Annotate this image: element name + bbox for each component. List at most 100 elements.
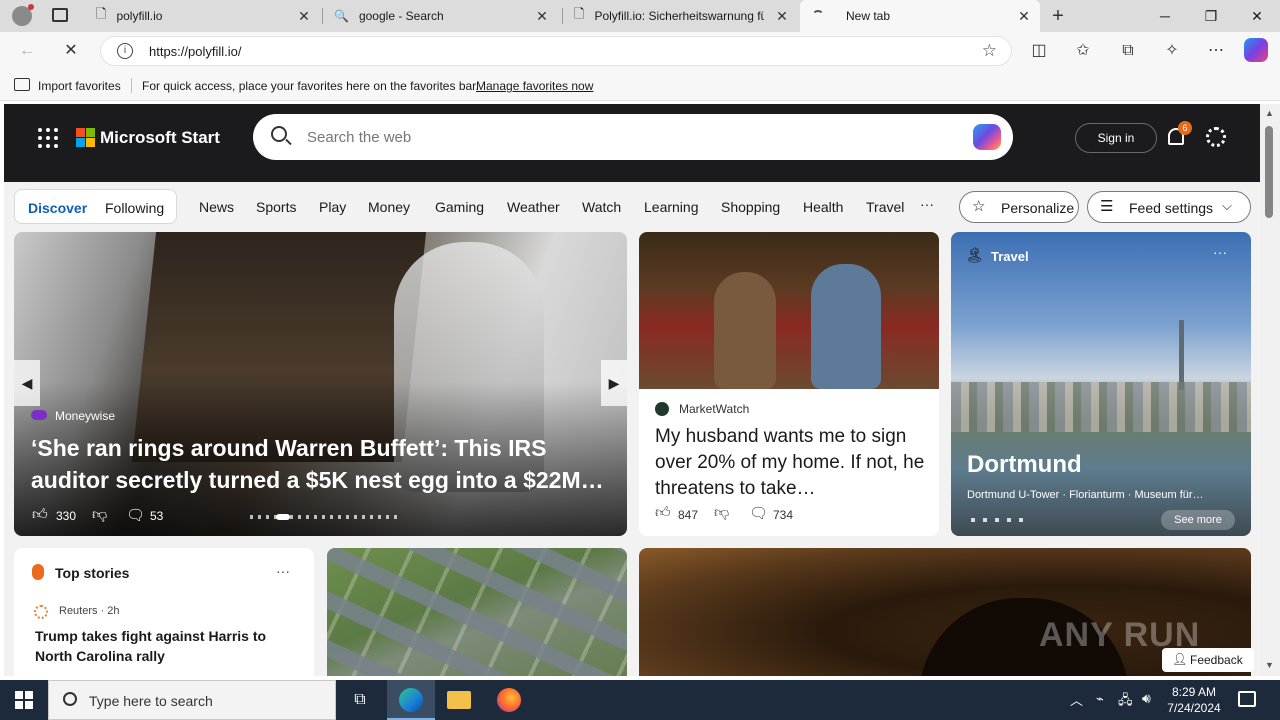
scroll-down-icon[interactable]: ▼ xyxy=(1265,660,1274,670)
nav-health[interactable]: Health xyxy=(803,199,843,215)
sign-in-button[interactable]: Sign in xyxy=(1075,123,1157,153)
nav-sports[interactable]: Sports xyxy=(256,199,296,215)
more-options-icon[interactable]: ··· xyxy=(276,563,290,579)
hero-carousel-card[interactable]: ◀ ▶ Moneywise ‘She ran rings around Warr… xyxy=(14,232,627,536)
comment-icon[interactable]: 🗨︎ xyxy=(126,506,145,524)
brand-title[interactable]: Microsoft Start xyxy=(100,128,220,148)
like-icon[interactable]: 👍︎ xyxy=(655,504,671,522)
nav-gaming[interactable]: Gaming xyxy=(435,199,484,215)
nav-travel[interactable]: Travel xyxy=(866,199,904,215)
tab-polyfill-warning[interactable]: 🗋 Polyfill.io: Sicherheitswarnung für ✕ xyxy=(566,0,798,32)
info-icon[interactable]: i xyxy=(117,43,133,59)
app-launcher-icon[interactable] xyxy=(38,128,58,148)
carousel-dots[interactable] xyxy=(250,515,400,519)
nav-learning[interactable]: Learning xyxy=(644,199,699,215)
volume-icon[interactable]: 🔊︎ xyxy=(1142,690,1151,707)
network-icon[interactable]: 🖧︎ xyxy=(1118,691,1133,713)
nav-more-icon[interactable]: ··· xyxy=(920,196,934,212)
aerial-housing-card[interactable] xyxy=(327,548,627,676)
hero-headline[interactable]: ‘She ran rings around Warren Buffett’: T… xyxy=(31,432,616,496)
edge-browser-icon[interactable] xyxy=(387,680,435,720)
show-hidden-icons[interactable]: ︿ xyxy=(1070,690,1083,709)
comment-icon[interactable]: 🗨︎ xyxy=(749,504,768,522)
dark-photo-card[interactable]: ANY RUN xyxy=(639,548,1251,676)
nav-weather[interactable]: Weather xyxy=(507,199,560,215)
dislike-icon[interactable]: 👎︎ xyxy=(714,504,729,522)
scroll-up-icon[interactable]: ▲ xyxy=(1265,108,1274,118)
marketwatch-card[interactable]: MarketWatch My husband wants me to sign … xyxy=(639,232,939,536)
favorites-icon[interactable]: ✩ xyxy=(1070,38,1096,64)
palm-tree-icon: 🏝 xyxy=(965,247,985,264)
tab-new-tab[interactable]: New tab ✕ xyxy=(800,0,1040,32)
feedback-label: Feedback xyxy=(1190,653,1243,667)
manage-favorites-link[interactable]: Manage favorites now xyxy=(476,79,593,93)
travel-city[interactable]: Dortmund xyxy=(967,451,1082,479)
search-icon xyxy=(63,692,77,706)
taskbar-search-box[interactable]: Type here to search xyxy=(48,680,336,720)
close-icon[interactable]: ✕ xyxy=(534,8,550,24)
travel-card[interactable]: 🏝 Travel ··· Dortmund Dortmund U-Tower ·… xyxy=(951,232,1251,536)
story-source: Reuters · 2h xyxy=(59,605,120,617)
firefox-icon[interactable] xyxy=(485,680,533,720)
task-view-icon[interactable]: ⧉ xyxy=(336,680,384,720)
address-bar[interactable]: i https://polyfill.io/ ☆ xyxy=(100,36,1012,66)
tab-actions-icon[interactable] xyxy=(52,8,68,22)
import-favorites-button[interactable]: Import favorites xyxy=(38,79,121,93)
windows-start-icon[interactable] xyxy=(0,680,48,720)
split-screen-icon[interactable]: ◫ xyxy=(1026,38,1052,64)
personalize-button[interactable]: ☆ Personalize xyxy=(959,191,1079,223)
minimize-icon[interactable]: ─ xyxy=(1142,0,1188,32)
import-favorites-icon[interactable] xyxy=(14,78,30,91)
story-headline[interactable]: Trump takes fight against Harris to Nort… xyxy=(35,626,303,666)
copilot-icon[interactable] xyxy=(973,124,1001,150)
file-explorer-icon[interactable] xyxy=(435,680,483,720)
carousel-active-dot xyxy=(276,514,290,520)
collections-icon[interactable]: ⧉ xyxy=(1115,38,1141,64)
page-scrollbar[interactable]: ▲ ▼ xyxy=(1260,104,1280,676)
meet-now-icon[interactable]: ⌁ xyxy=(1096,691,1104,707)
nav-play[interactable]: Play xyxy=(319,199,346,215)
copilot-icon[interactable] xyxy=(1244,38,1268,62)
microsoft-logo-icon[interactable] xyxy=(76,128,95,147)
close-icon[interactable]: ✕ xyxy=(774,8,790,24)
carousel-next-icon[interactable]: ▶ xyxy=(601,360,627,406)
close-icon[interactable]: ✕ xyxy=(1016,8,1032,24)
tab-polyfill[interactable]: 🗋 polyfill.io ✕ xyxy=(88,0,320,32)
hero-source: Moneywise xyxy=(55,409,116,423)
travel-carousel-dots[interactable] xyxy=(971,518,1023,522)
dislike-icon[interactable]: 👎︎ xyxy=(92,506,107,524)
feed-settings-button[interactable]: ☰ Feed settings ⌵ xyxy=(1087,191,1251,223)
web-search-box[interactable] xyxy=(253,114,1013,160)
scroll-thumb[interactable] xyxy=(1265,126,1273,218)
close-icon[interactable]: ✕ xyxy=(296,8,312,24)
window-close-icon[interactable]: ✕ xyxy=(1234,0,1280,32)
tab-following[interactable]: Following xyxy=(105,200,164,216)
nav-shopping[interactable]: Shopping xyxy=(721,199,780,215)
new-tab-plus-icon[interactable]: + xyxy=(1046,4,1070,28)
more-menu-icon[interactable]: ⋯ xyxy=(1203,38,1229,64)
nav-news[interactable]: News xyxy=(199,199,234,215)
ms-start-header: Microsoft Start Sign in 6 xyxy=(4,104,1260,182)
hero-like-count: 330 xyxy=(56,509,77,523)
nav-money[interactable]: Money xyxy=(368,199,410,215)
taskbar-clock[interactable]: 8:29 AM 7/24/2024 xyxy=(1166,684,1222,716)
windows-taskbar: Type here to search ⧉ ︿ ⌁ 🖧︎ 🔊︎ 8:29 AM … xyxy=(0,680,1280,720)
like-icon[interactable]: 👍︎ xyxy=(32,506,48,524)
url-text[interactable]: https://polyfill.io/ xyxy=(149,44,242,59)
restore-icon[interactable]: ❐ xyxy=(1188,0,1234,32)
feedback-button[interactable]: 👤︎ Feedback xyxy=(1162,648,1254,672)
extensions-icon[interactable]: ✧ xyxy=(1159,38,1185,64)
favorite-star-icon[interactable]: ☆ xyxy=(982,41,997,61)
nav-watch[interactable]: Watch xyxy=(582,199,621,215)
tab-google-search[interactable]: 🔍 google - Search ✕ xyxy=(326,0,558,32)
settings-gear-icon[interactable] xyxy=(1206,127,1226,147)
marketwatch-headline[interactable]: My husband wants me to sign over 20% of … xyxy=(655,424,927,502)
stop-loading-icon[interactable]: ✕ xyxy=(58,38,84,64)
tab-discover[interactable]: Discover xyxy=(28,200,87,216)
see-more-button[interactable]: See more xyxy=(1161,510,1235,530)
back-arrow-icon[interactable]: ← xyxy=(14,38,40,64)
search-input[interactable] xyxy=(307,126,907,148)
notifications-icon[interactable] xyxy=(1238,691,1256,707)
more-options-icon[interactable]: ··· xyxy=(1213,244,1227,260)
carousel-prev-icon[interactable]: ◀ xyxy=(14,360,40,406)
